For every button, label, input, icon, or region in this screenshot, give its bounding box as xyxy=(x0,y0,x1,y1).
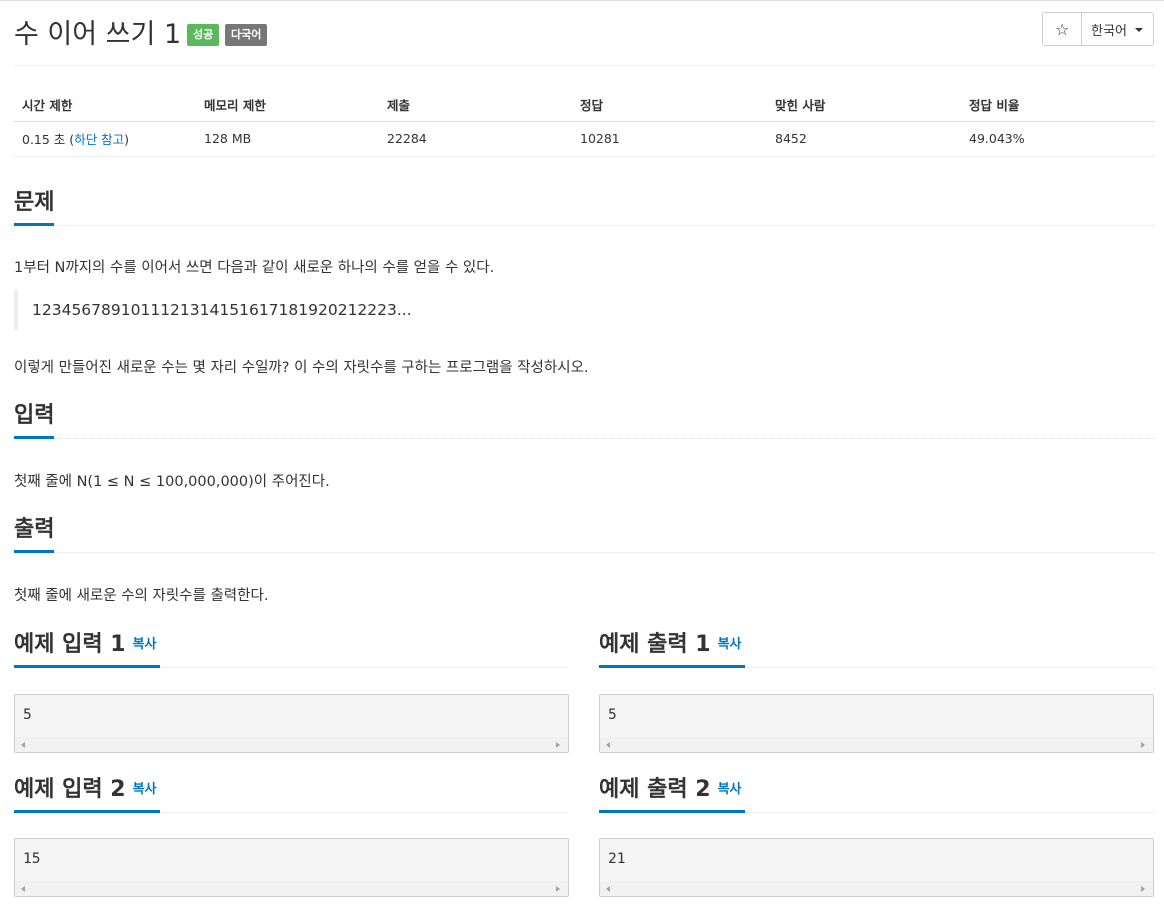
output-section-title: 출력 xyxy=(14,515,54,553)
header-button-group: ☆ 한국어 xyxy=(1042,12,1154,46)
scroll-left-icon[interactable] xyxy=(21,886,25,892)
scroll-right-icon[interactable] xyxy=(556,742,560,748)
copy-button[interactable]: 복사 xyxy=(133,637,157,652)
sample-output-1-value: 5 xyxy=(608,707,617,723)
sample-input-1-value: 5 xyxy=(23,707,32,723)
problem-info-table: 시간 제한 메모리 제한 제출 정답 맞힌 사람 정답 비율 0.15 초 (하… xyxy=(14,88,1155,157)
sample-input-2-value: 15 xyxy=(23,851,40,867)
sample-input-1-header: 예제 입력 1 복사 xyxy=(14,630,569,668)
sample-input-2-box[interactable]: 15 xyxy=(14,838,569,897)
time-limit-value: 0.15 초 xyxy=(22,132,65,147)
scroll-left-icon[interactable] xyxy=(21,742,25,748)
table-row: 0.15 초 (하단 참고) 128 MB 22284 10281 8452 4… xyxy=(14,121,1155,156)
sample-output-2-value: 21 xyxy=(608,851,625,867)
output-description: 첫째 줄에 새로운 수의 자릿수를 출력한다. xyxy=(14,584,268,605)
memory-limit-cell: 128 MB xyxy=(196,121,379,156)
sample-output-1-label: 예제 출력 1 xyxy=(599,632,711,657)
sample-output-2-label: 예제 출력 2 xyxy=(599,777,711,802)
header-submissions: 제출 xyxy=(379,88,572,121)
time-limit-cell: 0.15 초 (하단 참고) xyxy=(14,121,196,156)
time-note-link[interactable]: 하단 참고 xyxy=(74,132,124,147)
table-header-row: 시간 제한 메모리 제한 제출 정답 맞힌 사람 정답 비율 xyxy=(14,88,1155,121)
horizontal-scrollbar[interactable] xyxy=(15,737,568,752)
problem-title: 수 이어 쓰기 1 xyxy=(14,12,181,51)
submissions-cell: 22284 xyxy=(379,121,572,156)
header-solvers: 맞힌 사람 xyxy=(767,88,961,121)
sample-input-2-title: 예제 입력 2 복사 xyxy=(14,775,160,813)
header-accepted: 정답 xyxy=(572,88,767,121)
header-ratio: 정답 비율 xyxy=(961,88,1155,121)
time-note-close: ) xyxy=(124,132,129,147)
star-button[interactable]: ☆ xyxy=(1043,13,1082,45)
sample-input-1-label: 예제 입력 1 xyxy=(14,632,126,657)
scroll-left-icon[interactable] xyxy=(606,886,610,892)
sample-output-2-title: 예제 출력 2 복사 xyxy=(599,775,745,813)
solvers-cell: 8452 xyxy=(767,121,961,156)
sample-output-2-box[interactable]: 21 xyxy=(599,838,1154,897)
input-section-title: 입력 xyxy=(14,401,54,439)
horizontal-scrollbar[interactable] xyxy=(600,881,1153,896)
scroll-right-icon[interactable] xyxy=(1141,886,1145,892)
copy-button[interactable]: 복사 xyxy=(718,637,742,652)
multilingual-badge: 다국어 xyxy=(225,24,267,46)
header-time-limit: 시간 제한 xyxy=(14,88,196,121)
ratio-cell: 49.043% xyxy=(961,121,1155,156)
horizontal-scrollbar[interactable] xyxy=(15,881,568,896)
problem-page: 수 이어 쓰기 1 성공 다국어 ☆ 한국어 시간 제한 메모리 제한 제출 정… xyxy=(14,0,1155,66)
problem-description-1: 1부터 N까지의 수를 이어서 쓰면 다음과 같이 새로운 하나의 수를 얻을 … xyxy=(14,256,494,277)
scroll-right-icon[interactable] xyxy=(556,886,560,892)
sample-input-2-header: 예제 입력 2 복사 xyxy=(14,775,569,813)
output-section-header: 출력 xyxy=(14,515,1155,553)
scroll-left-icon[interactable] xyxy=(606,742,610,748)
sample-output-1-box[interactable]: 5 xyxy=(599,694,1154,753)
sample-output-1-header: 예제 출력 1 복사 xyxy=(599,630,1154,668)
sequence-quote: 1234567891011121314151617181920212223... xyxy=(14,290,414,330)
caret-down-icon xyxy=(1135,28,1143,32)
sample-input-1-box[interactable]: 5 xyxy=(14,694,569,753)
horizontal-scrollbar[interactable] xyxy=(600,737,1153,752)
input-section-header: 입력 xyxy=(14,401,1155,439)
input-description: 첫째 줄에 N(1 ≤ N ≤ 100,000,000)이 주어진다. xyxy=(14,470,330,491)
copy-button[interactable]: 복사 xyxy=(718,782,742,797)
copy-button[interactable]: 복사 xyxy=(133,782,157,797)
language-dropdown[interactable]: 한국어 xyxy=(1082,13,1153,45)
language-label: 한국어 xyxy=(1091,20,1127,39)
success-badge: 성공 xyxy=(187,24,219,46)
sample-input-1-title: 예제 입력 1 복사 xyxy=(14,630,160,668)
sample-input-2-label: 예제 입력 2 xyxy=(14,777,126,802)
scroll-right-icon[interactable] xyxy=(1141,742,1145,748)
star-outline-icon: ☆ xyxy=(1055,20,1069,39)
sample-output-2-header: 예제 출력 2 복사 xyxy=(599,775,1154,813)
problem-section-header: 문제 xyxy=(14,188,1155,226)
header-memory-limit: 메모리 제한 xyxy=(196,88,379,121)
sample-output-1-title: 예제 출력 1 복사 xyxy=(599,630,745,668)
problem-description-2: 이렇게 만들어진 새로운 수는 몇 자리 수일까? 이 수의 자릿수를 구하는 … xyxy=(14,356,589,377)
problem-header: 수 이어 쓰기 1 성공 다국어 ☆ 한국어 xyxy=(14,0,1155,66)
problem-section-title: 문제 xyxy=(14,188,54,226)
accepted-cell: 10281 xyxy=(572,121,767,156)
